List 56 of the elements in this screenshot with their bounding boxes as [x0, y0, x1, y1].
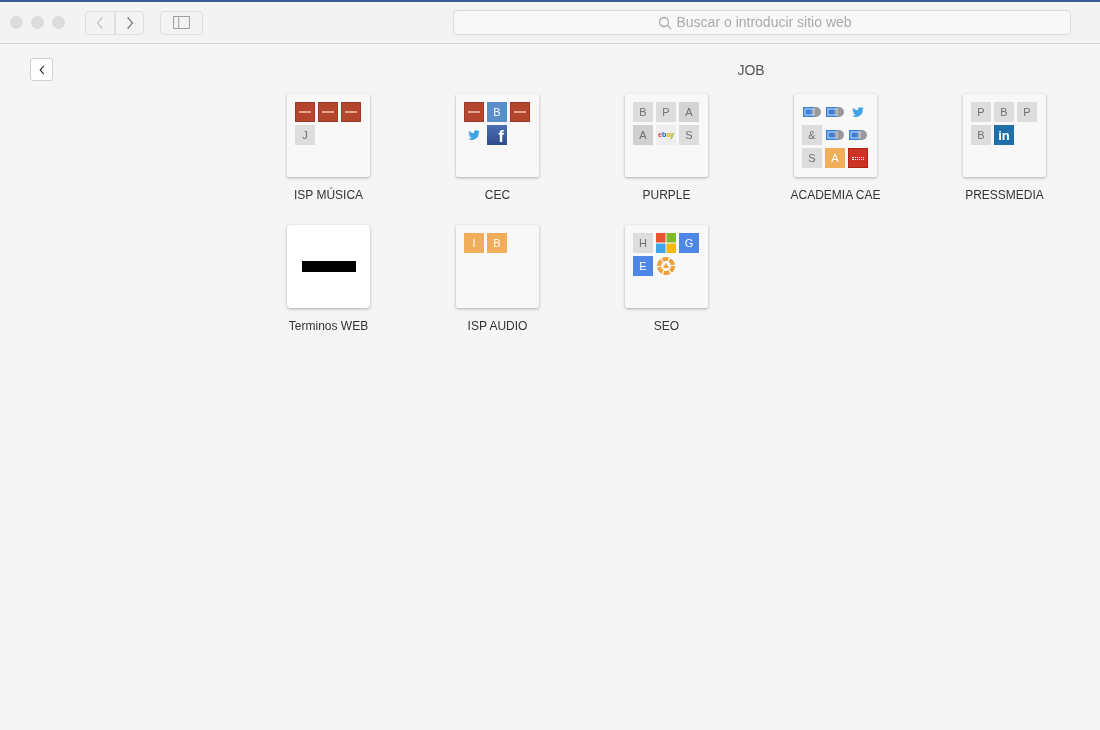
- letter-tile: E: [633, 256, 653, 276]
- letter-tile: J: [295, 125, 315, 145]
- tile-label[interactable]: ACADEMIA CAE: [790, 186, 881, 204]
- back-button[interactable]: [85, 10, 115, 35]
- letter-tile: B: [487, 102, 507, 122]
- letter-tile: B: [994, 102, 1014, 122]
- letter-tile: I: [464, 233, 484, 253]
- folder-tile[interactable]: B f: [456, 94, 539, 177]
- folder-tile[interactable]: J: [287, 94, 370, 177]
- tile-label[interactable]: PRESSMEDIA: [965, 186, 1044, 204]
- ring-icon: [656, 256, 676, 276]
- letter-tile: P: [971, 102, 991, 122]
- sidebar-icon: [173, 16, 190, 29]
- letter-tile: A: [825, 148, 845, 168]
- letter-tile: A: [679, 102, 699, 122]
- letter-tile: B: [971, 125, 991, 145]
- page-tile[interactable]: [287, 225, 370, 308]
- tile-label[interactable]: SEO: [653, 317, 680, 335]
- sidebar-button[interactable]: [160, 10, 203, 35]
- tile-label[interactable]: Terminos WEB: [288, 317, 369, 335]
- tile-label[interactable]: PURPLE: [642, 186, 691, 204]
- letter-tile: &: [802, 125, 822, 145]
- chevron-left-icon: [96, 15, 104, 30]
- site-thumbnail: [464, 102, 484, 122]
- tile-label[interactable]: ISP MÚSICA: [293, 186, 364, 204]
- folder-tile[interactable]: H G E: [625, 225, 708, 308]
- folder-tile[interactable]: & S A: [794, 94, 877, 177]
- four-squares-icon: [656, 233, 676, 253]
- letter-tile: B: [487, 233, 507, 253]
- letter-tile: P: [656, 102, 676, 122]
- letter-tile: S: [679, 125, 699, 145]
- letter-tile: B: [633, 102, 653, 122]
- chevron-right-icon: [125, 15, 134, 30]
- tile-label[interactable]: ISP AUDIO: [467, 317, 528, 335]
- letter-tile: S: [802, 148, 822, 168]
- letter-tile: H: [633, 233, 653, 253]
- folder-title: JOB: [737, 61, 765, 80]
- search-icon: [657, 15, 672, 30]
- letter-tile: P: [1017, 102, 1037, 122]
- facebook-tile: f: [487, 125, 507, 145]
- letter-tile: A: [633, 125, 653, 145]
- site-thumbnail: [510, 102, 530, 122]
- dotted-tile: [848, 148, 868, 168]
- tile-label[interactable]: CEC: [484, 186, 511, 204]
- search-input[interactable]: Buscar o introducir sitio web: [676, 12, 867, 33]
- chevron-left-icon: [38, 64, 45, 75]
- site-thumbnail: [318, 102, 338, 122]
- site-thumbnail: [295, 102, 315, 122]
- search-field[interactable]: Buscar o introducir sitio web: [453, 10, 1071, 35]
- page-preview-bar: [301, 261, 356, 272]
- back-button[interactable]: [30, 58, 53, 81]
- forward-button[interactable]: [115, 10, 144, 35]
- folder-tile[interactable]: P B P B in: [963, 94, 1046, 177]
- site-thumbnail: [341, 102, 361, 122]
- linkedin-tile: in: [994, 125, 1014, 145]
- letter-tile: G: [679, 233, 699, 253]
